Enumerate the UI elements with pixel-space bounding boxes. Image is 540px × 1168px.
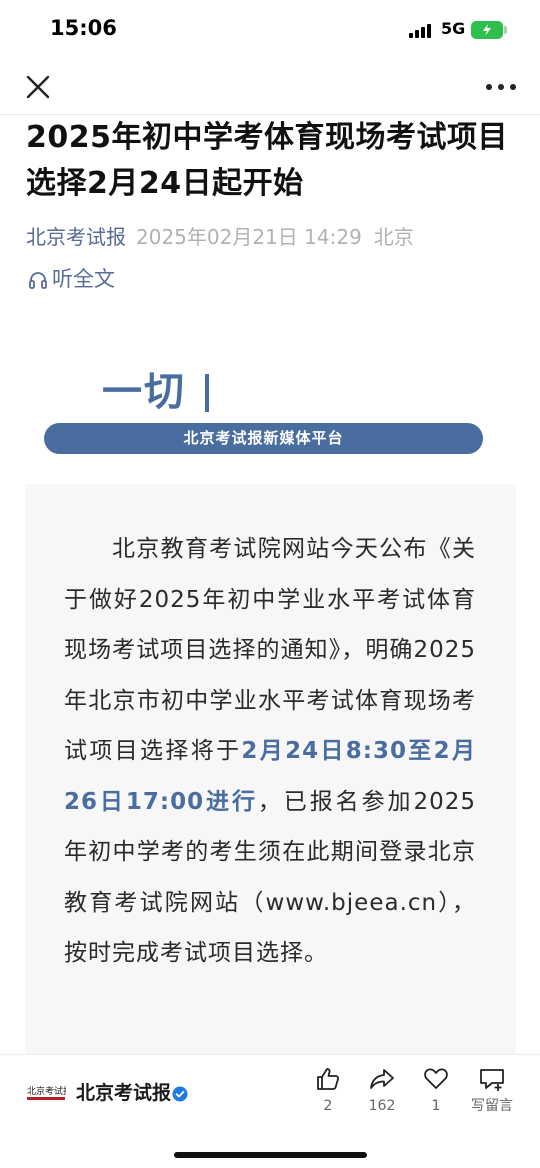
comment-button[interactable]: 写留言 bbox=[462, 1066, 522, 1114]
like-count: 2 bbox=[323, 1098, 333, 1114]
love-count: 1 bbox=[431, 1098, 441, 1114]
heart-icon bbox=[424, 1068, 448, 1089]
home-indicator[interactable] bbox=[174, 1152, 367, 1158]
listen-label: 听全文 bbox=[52, 267, 115, 291]
article-body: 北京教育考试院网站今天公布《关于做好2025年初中学业水平考试体育现场考试项目选… bbox=[64, 524, 476, 979]
share-count: 162 bbox=[368, 1098, 396, 1114]
status-bar: 15:06 5G bbox=[0, 0, 540, 60]
close-icon[interactable] bbox=[24, 73, 52, 101]
love-button[interactable]: 1 bbox=[406, 1066, 466, 1114]
account-name[interactable]: 北京考试报 bbox=[76, 1079, 171, 1107]
svg-text:北京考试报: 北京考试报 bbox=[27, 1085, 66, 1097]
status-time: 15:06 bbox=[50, 16, 117, 40]
comment-icon bbox=[480, 1069, 504, 1091]
comment-label: 写留言 bbox=[471, 1098, 513, 1114]
share-button[interactable]: 162 bbox=[352, 1066, 412, 1114]
battery-nub bbox=[504, 26, 507, 34]
like-button[interactable]: 2 bbox=[298, 1066, 358, 1114]
article-location: 北京 bbox=[373, 225, 414, 249]
share-icon bbox=[370, 1069, 394, 1089]
signal-icon bbox=[409, 24, 435, 38]
banner-bar: 北京考试报新媒体平台 bbox=[44, 423, 483, 454]
thumbs-up-icon bbox=[317, 1068, 340, 1090]
banner-cursor bbox=[205, 374, 209, 412]
battery-icon bbox=[471, 21, 503, 39]
body-text-before: 北京教育考试院网站今天公布《关于做好2025年初中学业水平考试体育现场考试项目选… bbox=[64, 536, 476, 764]
body-text-after: ，已报名参加2025年初中学考的考生须在此期间登录北京教育考试院网站（www.b… bbox=[64, 788, 476, 967]
listen-button[interactable]: 听全文 bbox=[28, 264, 115, 294]
headphones-icon bbox=[29, 272, 47, 289]
banner-headline: 一切 bbox=[102, 369, 186, 415]
article-title: 2025年初中学考体育现场考试项目选择2月24日起开始 bbox=[26, 120, 508, 201]
article-time: 2025年02月21日 14:29 bbox=[136, 225, 362, 249]
more-icon[interactable] bbox=[486, 84, 518, 92]
article-meta: 北京考试报 2025年02月21日 14:29 北京 bbox=[26, 222, 414, 252]
verified-icon bbox=[172, 1086, 188, 1102]
account-logo[interactable]: 北京考试报 bbox=[26, 1082, 66, 1104]
network-label: 5G bbox=[441, 19, 466, 38]
article-source-link[interactable]: 北京考试报 bbox=[26, 225, 126, 249]
